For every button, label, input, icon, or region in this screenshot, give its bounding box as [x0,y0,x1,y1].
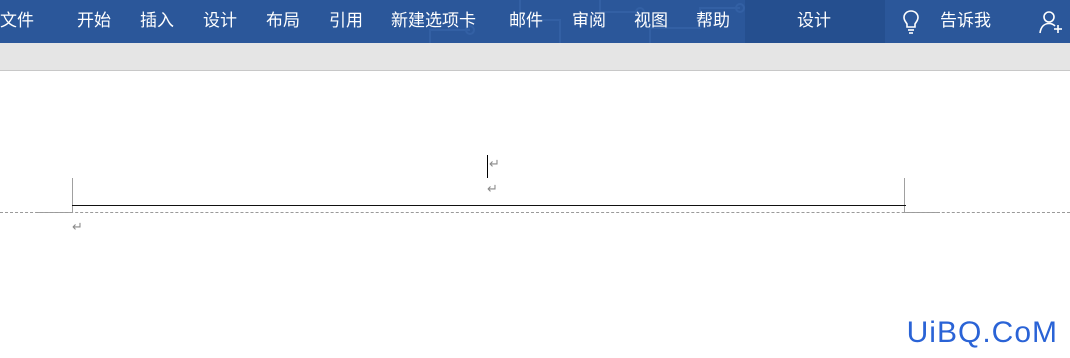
tab-references[interactable]: 引用 [329,0,363,43]
document-page[interactable] [0,71,1070,358]
collapsed-ribbon-strip [0,43,1070,71]
tab-design[interactable]: 设计 [203,0,237,43]
lightbulb-icon[interactable] [902,9,920,35]
header-separator [0,212,1070,213]
left-margin-corner-mark [72,178,73,213]
tab-layout[interactable]: 布局 [266,0,300,43]
header-bottom-border [72,205,906,206]
tab-help[interactable]: 帮助 [696,0,730,43]
tab-review[interactable]: 审阅 [572,0,606,43]
paragraph-mark: ↵ [487,182,498,197]
tab-header-footer-design[interactable]: 设计 [797,0,831,43]
text-cursor [487,155,488,178]
tab-home[interactable]: 开始 [77,0,111,43]
tab-new-tab[interactable]: 新建选项卡 [391,0,476,43]
tab-file[interactable]: 文件 [0,0,34,43]
site-watermark: UiBQ.CoM [906,316,1058,349]
right-margin-corner-mark [904,178,905,213]
paragraph-mark: ↵ [489,157,500,172]
tab-insert[interactable]: 插入 [140,0,174,43]
add-user-icon[interactable] [1039,10,1063,34]
tab-view[interactable]: 视图 [634,0,668,43]
tab-mailings[interactable]: 邮件 [509,0,543,43]
paragraph-mark: ↵ [72,220,83,235]
ribbon-tab-bar: 文件 开始 插入 设计 布局 引用 新建选项卡 邮件 审阅 视图 帮助 设计 告… [0,0,1070,43]
tell-me-search[interactable]: 告诉我 [940,0,991,43]
